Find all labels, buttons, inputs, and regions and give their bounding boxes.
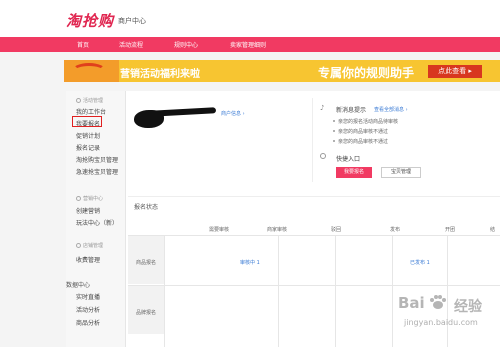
table-header-line [128, 235, 500, 236]
banner-text-left: 营销活动福利来啦 [120, 69, 200, 80]
col-header: 驳回 [331, 227, 342, 233]
sidebar-section-marketing: 营销中心 [76, 195, 103, 202]
sidebar-item-fee-management[interactable]: 收费管理 [76, 255, 100, 264]
notice-item[interactable]: 亲您的商品审核不通过 [332, 138, 388, 145]
sidebar-item-promo-plan[interactable]: 促销计划 [76, 131, 100, 140]
cell-published-count[interactable]: 已发布 1 [410, 259, 430, 266]
sidebar-highlight-box [72, 116, 102, 127]
notice-item[interactable]: 亲您的商品审核不通过 [332, 128, 388, 135]
merchant-info-link[interactable]: 商户信息 › [221, 110, 245, 117]
main-nav: 首页 活动流程 规则中心 卖家管理细则 [0, 37, 500, 52]
sidebar-section-activity: 活动管理 [76, 97, 103, 104]
nav-item-seller-rules[interactable]: 卖家管理细则 [230, 40, 266, 49]
cell-reviewing-count[interactable]: 审核中 1 [240, 259, 260, 266]
sidebar-item-goods-analysis[interactable]: 商品分析 [76, 318, 100, 327]
watermark-brand-cn: 经验 [454, 299, 482, 315]
col-header: 开团 [445, 227, 456, 233]
nav-item-rules[interactable]: 规则中心 [174, 40, 198, 49]
bell-icon: ♪ [320, 104, 325, 112]
banner-view-button[interactable]: 点此查看 ▸ [428, 65, 482, 78]
redacted-avatar [134, 110, 164, 128]
shop-icon [76, 243, 81, 248]
header-subtitle: 商户中心 [118, 17, 146, 25]
sidebar-item-workbench[interactable]: 我的工作台 [76, 107, 106, 116]
notice-title: 新消息提示 [336, 107, 367, 114]
notice-more-link[interactable]: 查看全部消息 › [374, 106, 408, 113]
goods-management-button[interactable]: 宝贝管理 [381, 167, 421, 178]
card-divider [312, 98, 313, 182]
signup-button[interactable]: 我要报名 [336, 167, 372, 178]
sidebar-item-activity-analysis[interactable]: 活动分析 [76, 305, 100, 314]
col-header: 结 [490, 227, 496, 233]
nav-item-home[interactable]: 首页 [77, 40, 89, 49]
table-top-border [128, 196, 500, 197]
notice-item[interactable]: 亲您的报名活动商品待审核 [332, 118, 398, 125]
col-divider [278, 236, 279, 347]
col-header: 需要审核 [209, 227, 230, 233]
col-divider [164, 236, 165, 347]
banner-swoosh-icon [72, 63, 106, 78]
sidebar-section-shop: 店铺管理 [76, 242, 103, 249]
activity-icon [76, 98, 81, 103]
paw-icon [430, 295, 446, 309]
page: 淘抢购 商户中心 首页 活动流程 规则中心 卖家管理细则 营销活动福利来啦 专属… [0, 0, 500, 347]
nav-item-activity-flow[interactable]: 活动流程 [119, 40, 143, 49]
col-divider [335, 236, 336, 347]
sidebar-item-signup-records[interactable]: 报名记录 [76, 143, 100, 152]
sidebar-item-create-marketing[interactable]: 创建营销 [76, 206, 100, 215]
quick-entry-icon [320, 153, 326, 159]
col-header: 商家审核 [267, 227, 288, 233]
quick-entry-title: 快捷入口 [336, 156, 361, 163]
row-divider [128, 285, 500, 286]
marketing-icon [76, 196, 81, 201]
col-header: 发布 [390, 227, 401, 233]
status-title: 报名状态 [134, 204, 159, 211]
watermark: Bai 经验 jingyan.baidu.com [384, 290, 500, 340]
banner-text-main: 专属你的规则助手 [318, 66, 415, 80]
logo[interactable]: 淘抢购 [66, 10, 114, 31]
sidebar-item-play-center[interactable]: 玩法中心（新） [76, 218, 118, 227]
sidebar-item-live[interactable]: 实时直播 [76, 292, 100, 301]
row-label-goods: 商品报名 [136, 260, 157, 266]
watermark-brand: Bai [398, 294, 425, 312]
sidebar-section-data: 数据中心 [66, 282, 91, 289]
sidebar-item-taoqianggou-goods[interactable]: 淘抢购宝贝管理 [76, 155, 118, 164]
row-label-brand: 品牌报名 [136, 310, 157, 316]
promo-banner[interactable]: 营销活动福利来啦 专属你的规则助手 点此查看 ▸ [64, 60, 500, 82]
watermark-domain: jingyan.baidu.com [404, 318, 478, 327]
sidebar-item-flash-goods[interactable]: 急速抢宝贝管理 [76, 167, 118, 176]
header: 淘抢购 商户中心 [0, 0, 500, 37]
